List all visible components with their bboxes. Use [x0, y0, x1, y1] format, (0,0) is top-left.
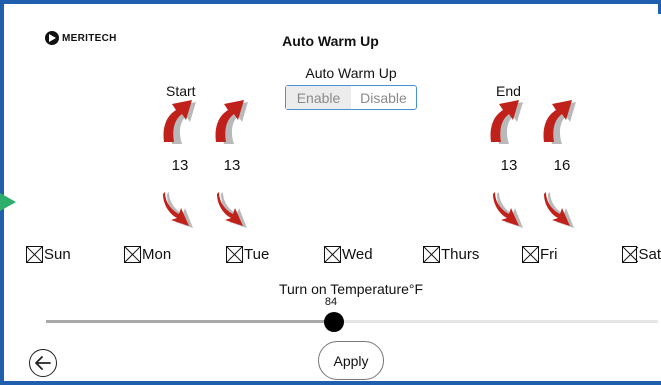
day-checkbox-thurs[interactable]: Thurs	[423, 246, 479, 263]
day-checkbox-fri[interactable]: Fri	[522, 246, 558, 263]
day-checkbox-sat[interactable]: Sat	[622, 246, 661, 263]
checkbox-checked-icon[interactable]	[622, 246, 638, 263]
end-minute-value: 16	[553, 157, 571, 174]
checkbox-checked-icon[interactable]	[226, 246, 243, 263]
temperature-slider-track[interactable]	[46, 320, 658, 323]
day-label: Sat	[638, 246, 661, 263]
enable-disable-toggle[interactable]: Enable Disable	[285, 85, 417, 110]
back-button[interactable]	[29, 349, 57, 377]
day-checkbox-sun[interactable]: Sun	[26, 246, 71, 263]
checkbox-checked-icon[interactable]	[324, 246, 341, 263]
checkbox-checked-icon[interactable]	[26, 246, 43, 263]
day-checkbox-mon[interactable]: Mon	[124, 246, 171, 263]
end-minute-up-arrow-icon[interactable]	[540, 98, 582, 146]
day-label: Wed	[342, 246, 373, 263]
day-label: Thurs	[441, 246, 480, 263]
enable-button[interactable]: Enable	[286, 86, 351, 109]
apply-button[interactable]: Apply	[318, 341, 384, 380]
start-minute-down-arrow-icon[interactable]	[217, 190, 253, 230]
day-label: Mon	[142, 246, 172, 263]
day-checkbox-tue[interactable]: Tue	[226, 246, 269, 263]
end-hour-value: 13	[500, 157, 518, 174]
day-label: Fri	[540, 246, 558, 263]
start-label: Start	[166, 83, 196, 99]
checkbox-checked-icon[interactable]	[423, 246, 440, 263]
start-hour-down-arrow-icon[interactable]	[163, 190, 199, 230]
checkbox-checked-icon[interactable]	[124, 246, 141, 263]
mode-label: Auto Warm Up	[305, 65, 397, 81]
end-hour-down-arrow-icon[interactable]	[493, 190, 529, 230]
start-hour-value: 13	[171, 157, 189, 174]
start-hour-up-arrow-icon[interactable]	[160, 98, 202, 146]
end-label: End	[496, 83, 521, 99]
end-hour-up-arrow-icon[interactable]	[487, 98, 529, 146]
arrow-left-icon	[35, 356, 51, 370]
day-label: Tue	[244, 246, 270, 263]
temperature-slider-fill	[46, 320, 334, 323]
checkbox-checked-icon[interactable]	[522, 246, 539, 263]
page-title: Auto Warm Up	[282, 33, 379, 49]
end-minute-down-arrow-icon[interactable]	[544, 190, 580, 230]
start-minute-value: 13	[223, 157, 241, 174]
start-minute-up-arrow-icon[interactable]	[212, 98, 254, 146]
temperature-label: Turn on Temperature°F	[278, 281, 424, 297]
temperature-slider-thumb[interactable]	[324, 312, 344, 332]
temperature-value: 84	[324, 296, 338, 308]
side-pointer-icon	[0, 193, 16, 211]
day-label: Sun	[44, 246, 71, 263]
disable-button[interactable]: Disable	[351, 86, 416, 109]
day-checkbox-wed[interactable]: Wed	[324, 246, 373, 263]
